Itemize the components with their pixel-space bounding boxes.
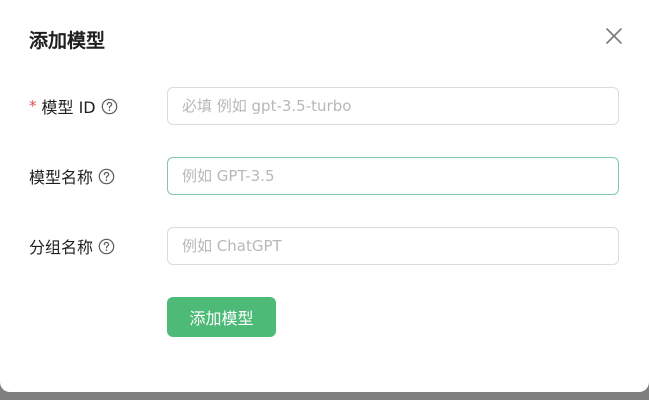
- add-model-dialog: 添加模型 * 模型 ID 模型名称: [0, 0, 649, 392]
- group-name-label-group: 分组名称: [29, 226, 115, 266]
- form-row-model-id: * 模型 ID: [0, 86, 649, 126]
- question-circle-icon[interactable]: [101, 98, 118, 115]
- question-circle-icon[interactable]: [98, 238, 115, 255]
- model-id-input[interactable]: [167, 87, 619, 125]
- model-name-label-group: 模型名称: [29, 156, 115, 196]
- model-id-label: 模型 ID: [41, 98, 96, 117]
- model-name-label: 模型名称: [29, 168, 94, 187]
- question-circle-icon[interactable]: [98, 168, 115, 185]
- add-model-button[interactable]: 添加模型: [167, 297, 276, 337]
- model-name-input[interactable]: [167, 157, 619, 195]
- required-mark: *: [29, 97, 37, 115]
- close-icon: [606, 28, 622, 44]
- close-button[interactable]: [604, 26, 624, 46]
- group-name-input[interactable]: [167, 227, 619, 265]
- form-row-group-name: 分组名称: [0, 226, 649, 266]
- model-id-label-group: * 模型 ID: [29, 86, 118, 126]
- group-name-label: 分组名称: [29, 238, 94, 257]
- dialog-title: 添加模型: [29, 30, 106, 52]
- form-row-model-name: 模型名称: [0, 156, 649, 196]
